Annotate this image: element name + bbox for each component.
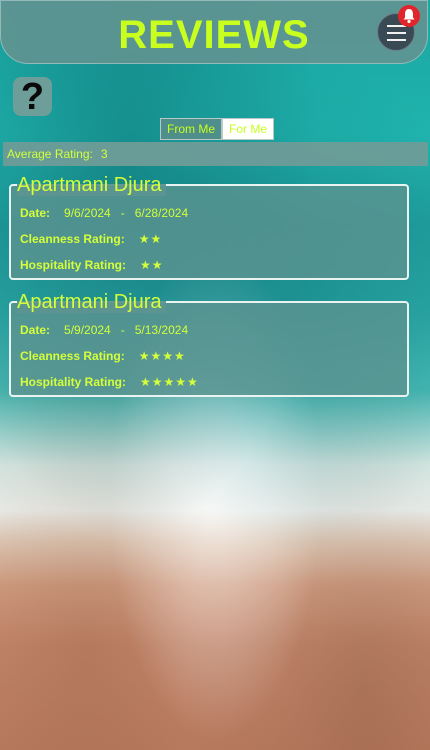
review-title: Apartmani Djura <box>17 174 166 196</box>
cleanness-stars: ★★ <box>138 232 163 246</box>
hospitality-label: Hospitality Rating: <box>20 375 127 389</box>
date-from: 5/9/2024 <box>64 323 111 337</box>
review-card: Apartmani Djura Date: 9/6/2024-6/28/2024 … <box>9 174 409 280</box>
review-card: Apartmani Djura Date: 5/9/2024-5/13/2024 … <box>9 291 409 397</box>
page-title: REVIEWS <box>118 13 310 57</box>
date-to: 6/28/2024 <box>134 206 189 220</box>
date-separator: - <box>120 206 125 220</box>
tab-for-me[interactable]: For Me <box>222 118 275 140</box>
cleanness-label: Cleanness Rating: <box>20 349 125 363</box>
hospitality-row: Hospitality Rating: ★★ <box>20 258 164 272</box>
bell-icon <box>403 9 415 24</box>
top-bar: REVIEWS <box>0 0 428 64</box>
average-rating-label: Average Rating: <box>7 147 93 161</box>
hospitality-row: Hospitality Rating: ★★★★★ <box>20 375 199 389</box>
tab-from-me[interactable]: From Me <box>160 118 222 140</box>
hospitality-stars: ★★ <box>140 258 164 272</box>
average-rating-bar: Average Rating: 3 <box>3 142 428 166</box>
cleanness-row: Cleanness Rating: ★★★★ <box>20 349 186 363</box>
question-icon: ? <box>20 75 45 118</box>
review-title: Apartmani Djura <box>17 291 166 313</box>
average-rating-value: 3 <box>100 147 108 161</box>
help-button[interactable]: ? <box>13 77 52 116</box>
review-date-row: Date: 9/6/2024-6/28/2024 <box>20 206 188 220</box>
notification-button[interactable] <box>398 5 420 27</box>
hospitality-stars: ★★★★★ <box>140 375 199 389</box>
cleanness-label: Cleanness Rating: <box>20 232 125 246</box>
review-date-row: Date: 5/9/2024-5/13/2024 <box>20 323 188 337</box>
date-to: 5/13/2024 <box>134 323 189 337</box>
cleanness-row: Cleanness Rating: ★★ <box>20 232 162 246</box>
cleanness-stars: ★★★★ <box>138 349 186 363</box>
date-label: Date: <box>20 323 51 337</box>
review-tabs: From Me For Me <box>160 118 275 140</box>
date-separator: - <box>120 323 125 337</box>
hospitality-label: Hospitality Rating: <box>20 258 127 272</box>
date-label: Date: <box>20 206 51 220</box>
date-from: 9/6/2024 <box>64 206 111 220</box>
